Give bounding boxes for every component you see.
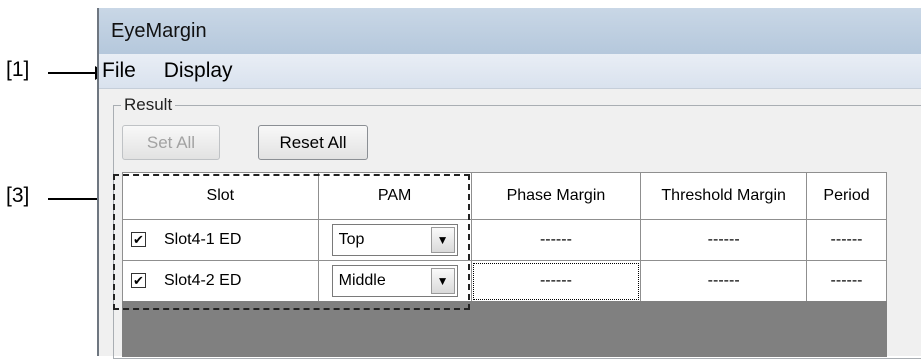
menu-bar: File Display — [99, 54, 921, 89]
column-header-period[interactable]: Period — [806, 172, 887, 220]
slot-checkbox[interactable]: ✔ — [131, 232, 146, 248]
callout-3-label: [3] — [6, 184, 30, 207]
pam-select[interactable]: Middle ▼ — [331, 265, 458, 297]
chevron-down-icon[interactable]: ▼ — [430, 227, 455, 253]
pam-cell: Top ▼ — [317, 219, 472, 261]
pam-cell: Middle ▼ — [317, 260, 472, 302]
column-header-pam[interactable]: PAM — [317, 172, 472, 220]
slot-name: Slot4-2 ED — [164, 272, 242, 289]
callout-3-line — [48, 198, 102, 200]
slot-cell: ✔ Slot4-2 ED — [122, 260, 319, 302]
reset-all-button[interactable]: Reset All — [258, 125, 368, 160]
slot-cell: ✔ Slot4-1 ED — [122, 219, 319, 261]
window-title: EyeMargin — [99, 8, 921, 54]
set-all-button[interactable]: Set All — [122, 125, 220, 160]
callout-1-line — [48, 72, 97, 74]
phase-margin-cell[interactable]: ------ — [470, 219, 642, 261]
pam-select-value: Top — [338, 231, 365, 248]
threshold-margin-cell[interactable]: ------ — [640, 260, 808, 302]
menu-file[interactable]: File — [102, 54, 136, 88]
chevron-down-icon[interactable]: ▼ — [430, 268, 455, 294]
phase-margin-cell[interactable]: ------ — [470, 260, 642, 302]
grid-empty-area — [122, 301, 887, 357]
threshold-margin-cell[interactable]: ------ — [640, 219, 808, 261]
result-group-label: Result — [121, 95, 176, 115]
period-cell[interactable]: ------ — [806, 219, 887, 261]
period-cell[interactable]: ------ — [806, 260, 887, 302]
pam-select[interactable]: Top ▼ — [331, 224, 458, 256]
eyemargin-window: EyeMargin File Display Result Set All Re… — [97, 8, 921, 359]
table-row: ✔ Slot4-1 ED Top ▼ ------ ------ ------ — [122, 219, 887, 261]
column-header-phase-margin[interactable]: Phase Margin — [470, 172, 642, 220]
grid-header-row: Slot PAM Phase Margin Threshold Margin P… — [122, 172, 887, 220]
menu-display[interactable]: Display — [164, 54, 233, 88]
table-row: ✔ Slot4-2 ED Middle ▼ ------ ------ -----… — [122, 260, 887, 302]
result-grid: Slot PAM Phase Margin Threshold Margin P… — [122, 172, 887, 302]
column-header-slot[interactable]: Slot — [122, 172, 319, 220]
column-header-threshold-margin[interactable]: Threshold Margin — [640, 172, 808, 220]
slot-checkbox[interactable]: ✔ — [131, 273, 146, 289]
slot-name: Slot4-1 ED — [164, 231, 242, 248]
pam-select-value: Middle — [338, 272, 386, 289]
callout-1-label: [1] — [6, 58, 30, 81]
